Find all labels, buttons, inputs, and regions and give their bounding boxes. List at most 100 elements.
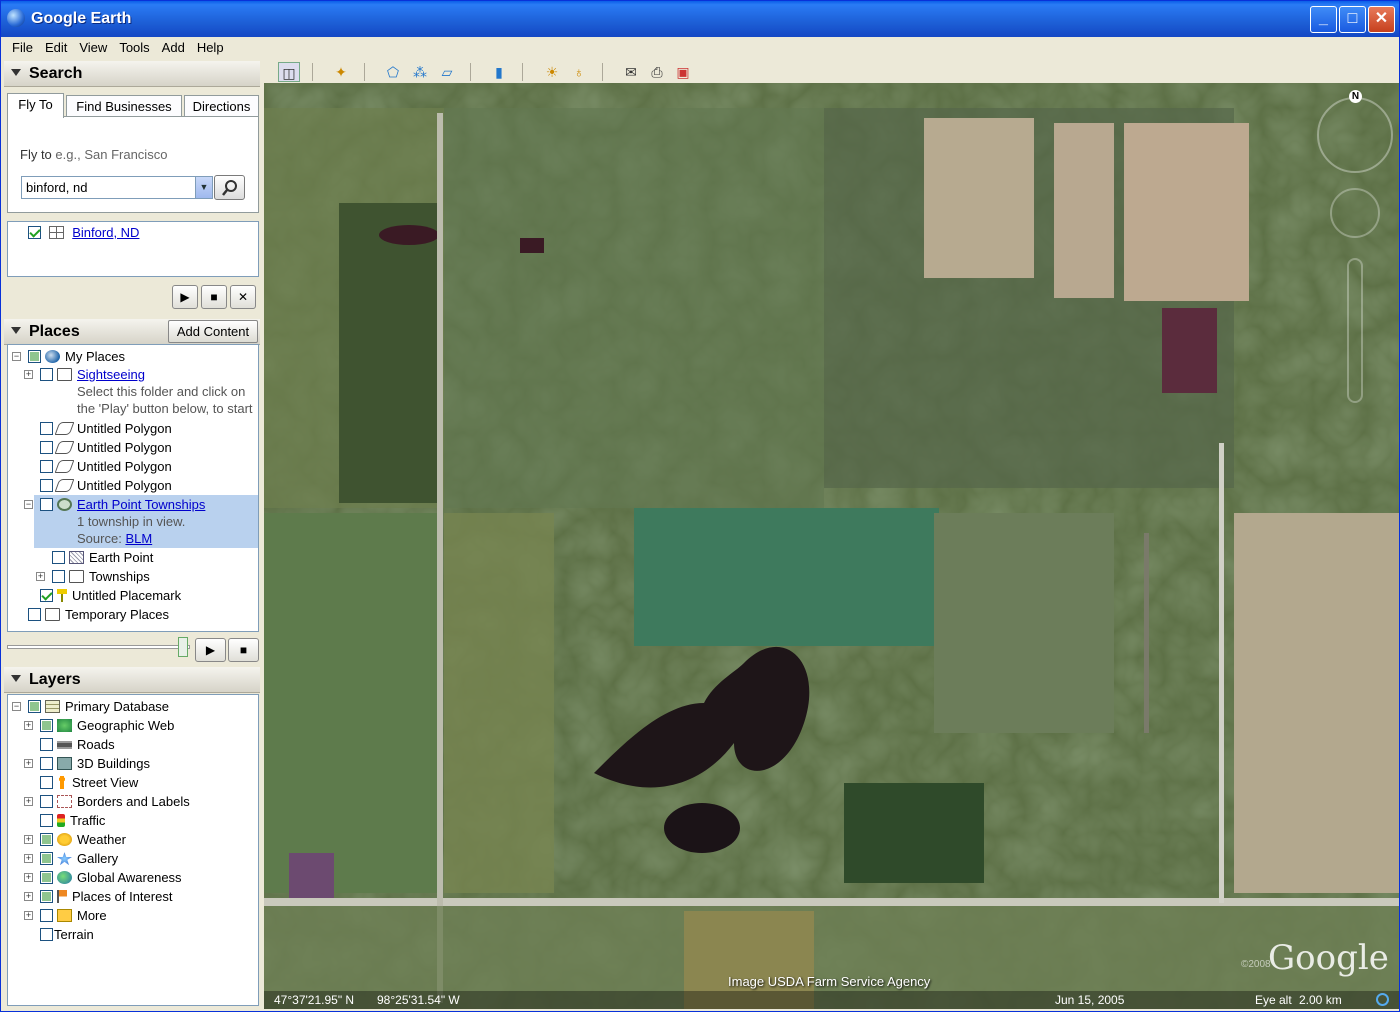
places-panel-header[interactable]: Places Add Content xyxy=(4,319,260,345)
move-joystick[interactable] xyxy=(1330,188,1380,238)
tree-item-earth-point-townships[interactable]: Earth Point Townships xyxy=(40,495,205,514)
expand-toggle-icon[interactable]: + xyxy=(36,572,45,581)
layer-global-awareness[interactable]: Global Awareness xyxy=(40,868,182,887)
result-checkbox[interactable] xyxy=(28,226,41,240)
checkbox[interactable] xyxy=(28,608,41,622)
tree-item-temporary-places[interactable]: Temporary Places xyxy=(28,605,169,624)
menu-file[interactable]: File xyxy=(6,37,39,55)
tour-stop-button[interactable]: ■ xyxy=(228,638,259,662)
sunlight-icon[interactable]: ☀ xyxy=(541,62,563,82)
collapse-toggle-icon[interactable]: − xyxy=(24,500,33,509)
layer-gallery[interactable]: Gallery xyxy=(40,849,118,868)
tour-slider[interactable] xyxy=(7,637,190,657)
menu-tools[interactable]: Tools xyxy=(113,37,155,55)
tree-item-townships[interactable]: Townships xyxy=(52,567,150,586)
fly-to-input[interactable]: binford, nd xyxy=(21,176,213,199)
clear-button[interactable]: ✕ xyxy=(230,285,256,309)
tree-item-polygon[interactable]: Untitled Polygon xyxy=(40,457,172,476)
layer-traffic[interactable]: Traffic xyxy=(40,811,105,830)
checkbox[interactable] xyxy=(40,852,53,866)
checkbox[interactable] xyxy=(40,814,53,828)
checkbox[interactable] xyxy=(28,350,41,364)
expand-toggle-icon[interactable]: + xyxy=(24,892,33,901)
search-panel-header[interactable]: Search xyxy=(4,61,260,87)
layers-panel-header[interactable]: Layers xyxy=(4,667,260,693)
expand-toggle-icon[interactable]: + xyxy=(24,854,33,863)
tree-label[interactable]: Earth Point Townships xyxy=(77,497,205,512)
layer-geographic-web[interactable]: Geographic Web xyxy=(40,716,174,735)
ruler-icon[interactable]: ▮ xyxy=(488,62,510,82)
maximize-button[interactable]: □ xyxy=(1339,6,1366,33)
add-polygon-icon[interactable]: ⬠ xyxy=(382,62,404,82)
tab-directions[interactable]: Directions xyxy=(184,95,259,117)
checkbox[interactable] xyxy=(40,441,53,455)
tab-fly-to[interactable]: Fly To xyxy=(7,93,64,118)
sky-icon[interactable]: ♁ xyxy=(568,62,590,82)
look-joystick[interactable] xyxy=(1317,97,1393,173)
tree-item-my-places[interactable]: My Places xyxy=(28,347,125,366)
collapse-icon[interactable] xyxy=(11,69,21,76)
expand-toggle-icon[interactable]: + xyxy=(24,873,33,882)
tree-item-polygon[interactable]: Untitled Polygon xyxy=(40,438,172,457)
layer-more[interactable]: More xyxy=(40,906,107,925)
minimize-button[interactable]: _ xyxy=(1310,6,1337,33)
result-link[interactable]: Binford, ND xyxy=(72,225,139,240)
layer-roads[interactable]: Roads xyxy=(40,735,115,754)
slider-knob[interactable] xyxy=(178,637,188,657)
checkbox[interactable] xyxy=(52,570,65,584)
layer-primary-database[interactable]: Primary Database xyxy=(28,697,169,716)
add-placemark-icon[interactable]: ✦ xyxy=(330,62,352,82)
layer-borders-and-labels[interactable]: Borders and Labels xyxy=(40,792,190,811)
expand-toggle-icon[interactable]: + xyxy=(24,911,33,920)
earth-map-view[interactable]: N Google ©2008 Image USDA Farm Service A… xyxy=(264,83,1399,1009)
collapse-icon[interactable] xyxy=(11,327,21,334)
checkbox[interactable] xyxy=(40,757,53,771)
add-path-icon[interactable]: ⁂ xyxy=(409,62,431,82)
checkbox[interactable] xyxy=(40,422,53,436)
blm-link[interactable]: BLM xyxy=(125,531,152,546)
layer-places-of-interest[interactable]: Places of Interest xyxy=(40,887,172,906)
layer-street-view[interactable]: Street View xyxy=(40,773,138,792)
checkbox[interactable] xyxy=(40,833,53,847)
tree-label[interactable]: Sightseeing xyxy=(77,367,145,382)
layer-terrain[interactable]: Terrain xyxy=(40,925,94,944)
menu-add[interactable]: Add xyxy=(156,37,191,55)
add-content-button[interactable]: Add Content xyxy=(168,320,258,343)
collapse-icon[interactable] xyxy=(11,675,21,682)
checkbox[interactable] xyxy=(28,700,41,714)
expand-toggle-icon[interactable]: + xyxy=(24,759,33,768)
checkbox[interactable] xyxy=(40,890,53,904)
sidebar-toggle-icon[interactable]: ◫ xyxy=(278,62,300,82)
checkbox[interactable] xyxy=(52,551,65,565)
menu-view[interactable]: View xyxy=(73,37,113,55)
checkbox[interactable] xyxy=(40,460,53,474)
expand-toggle-icon[interactable]: + xyxy=(24,797,33,806)
google-maps-icon[interactable]: ▣ xyxy=(672,62,694,82)
dropdown-arrow-icon[interactable]: ▼ xyxy=(195,177,212,198)
checkbox[interactable] xyxy=(40,479,53,493)
close-button[interactable]: ✕ xyxy=(1368,6,1395,33)
collapse-toggle-icon[interactable]: − xyxy=(12,352,21,361)
checkbox[interactable] xyxy=(40,871,53,885)
menu-edit[interactable]: Edit xyxy=(39,37,73,55)
tab-find-businesses[interactable]: Find Businesses xyxy=(66,95,182,117)
tree-item-polygon[interactable]: Untitled Polygon xyxy=(40,476,172,495)
menu-help[interactable]: Help xyxy=(191,37,230,55)
expand-toggle-icon[interactable]: + xyxy=(24,721,33,730)
checkbox[interactable] xyxy=(40,368,53,382)
checkbox[interactable] xyxy=(40,928,53,942)
navigation-controls[interactable]: N xyxy=(1317,90,1393,245)
tree-item-earth-point[interactable]: Earth Point xyxy=(52,548,153,567)
tree-item-sightseeing[interactable]: Sightseeing xyxy=(40,365,145,384)
checkbox[interactable] xyxy=(40,738,53,752)
tree-item-polygon[interactable]: Untitled Polygon xyxy=(40,419,172,438)
north-indicator[interactable]: N xyxy=(1349,90,1362,103)
play-button[interactable]: ▶ xyxy=(172,285,198,309)
layer-3d-buildings[interactable]: 3D Buildings xyxy=(40,754,150,773)
result-item[interactable]: Binford, ND xyxy=(28,223,139,242)
tree-item-placemark[interactable]: Untitled Placemark xyxy=(40,586,181,605)
zoom-slider[interactable] xyxy=(1347,258,1363,403)
email-icon[interactable]: ✉ xyxy=(620,62,642,82)
checkbox[interactable] xyxy=(40,795,53,809)
collapse-toggle-icon[interactable]: − xyxy=(12,702,21,711)
